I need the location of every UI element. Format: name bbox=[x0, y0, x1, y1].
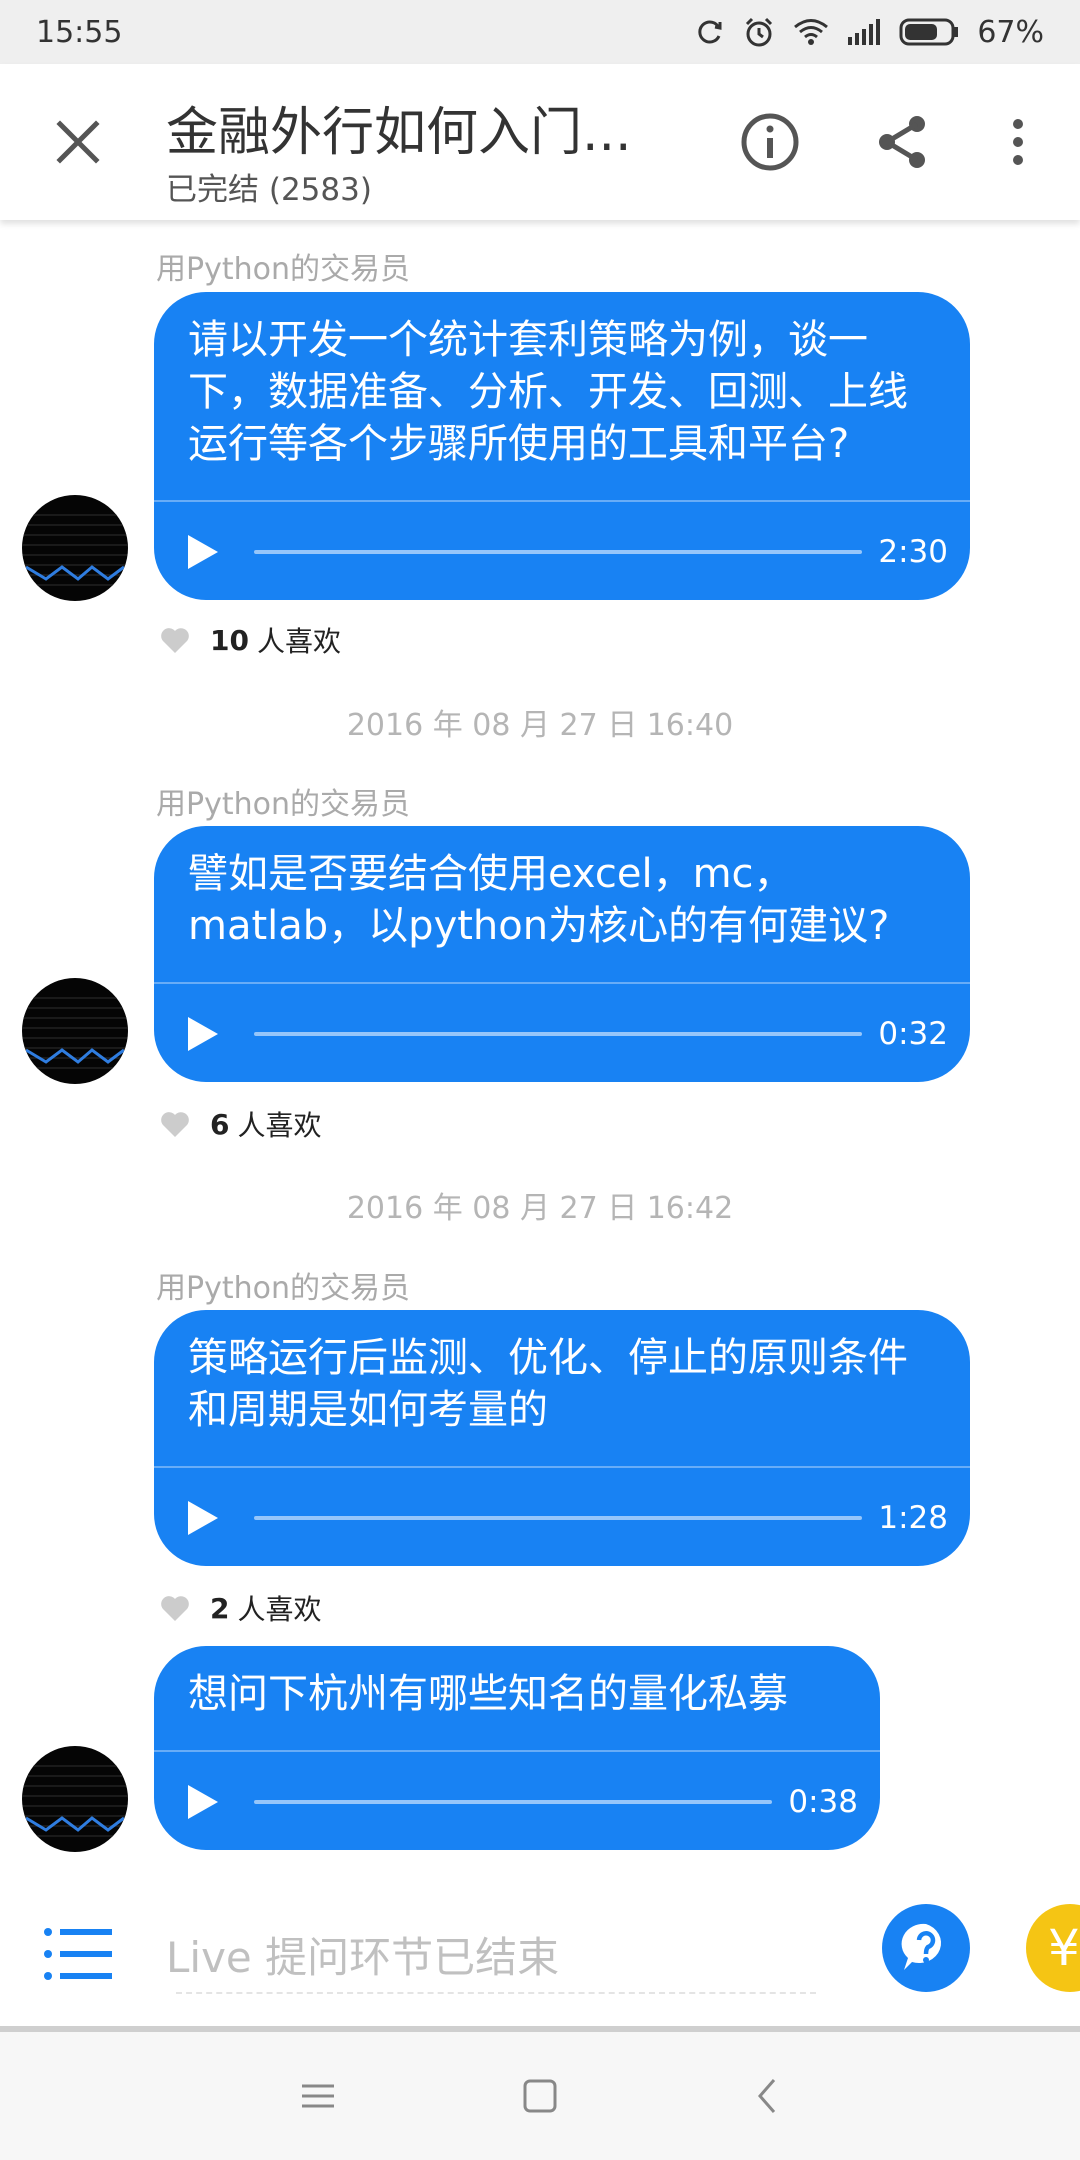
like-count: 6 bbox=[210, 1107, 230, 1141]
back-chevron-icon bbox=[758, 2079, 776, 2113]
close-icon bbox=[56, 120, 100, 164]
question-text: 请以开发一个统计套利策略为例，谈一下，数据准备、分析、开发、回测、上线运行等各个… bbox=[188, 317, 908, 467]
page-subtitle: 已完结 (2583) bbox=[166, 172, 372, 208]
audio-player: 0:32 bbox=[154, 982, 970, 1082]
alarm-icon bbox=[746, 17, 773, 47]
battery-percent: 67% bbox=[977, 14, 1044, 50]
audio-progress-track[interactable] bbox=[254, 1032, 862, 1036]
play-icon[interactable] bbox=[188, 535, 218, 569]
system-nav-bar bbox=[0, 2032, 1080, 2160]
audio-player: 1:28 bbox=[154, 1466, 970, 1566]
like-row[interactable]: 10 人喜欢 bbox=[160, 620, 341, 660]
avatar[interactable] bbox=[22, 495, 128, 601]
avatar-image bbox=[22, 1765, 128, 1837]
audio-duration: 2:30 bbox=[878, 534, 948, 570]
nav-home-button[interactable] bbox=[510, 2066, 570, 2126]
page-title: 金融外行如何入门... bbox=[166, 103, 632, 163]
like-count: 2 bbox=[210, 1591, 230, 1625]
audio-duration: 0:38 bbox=[788, 1784, 858, 1820]
audio-progress-track[interactable] bbox=[254, 1800, 772, 1804]
like-label: 人喜欢 bbox=[237, 1593, 322, 1626]
like-label: 人喜欢 bbox=[256, 625, 341, 658]
play-icon[interactable] bbox=[188, 1017, 218, 1051]
nav-menu-button[interactable] bbox=[288, 2066, 348, 2126]
status-icons: 67% bbox=[695, 15, 1044, 50]
audio-progress-track[interactable] bbox=[254, 1516, 862, 1520]
catalog-button[interactable] bbox=[40, 1916, 116, 1992]
question-bubble[interactable]: 譬如是否要结合使用excel，mc，matlab，以python为核心的有何建议… bbox=[154, 826, 970, 1082]
like-count: 10 bbox=[210, 623, 249, 657]
message-sender: 用Python的交易员 bbox=[156, 787, 410, 822]
status-time: 15:55 bbox=[36, 14, 123, 50]
audio-progress-track[interactable] bbox=[254, 550, 862, 554]
message-sender: 用Python的交易员 bbox=[156, 252, 410, 287]
more-button[interactable] bbox=[982, 106, 1054, 178]
play-icon[interactable] bbox=[188, 1785, 218, 1819]
wifi-icon bbox=[794, 19, 829, 45]
avatar-image bbox=[22, 997, 128, 1069]
question-text: 譬如是否要结合使用excel，mc，matlab，以python为核心的有何建议… bbox=[188, 851, 890, 949]
heart-icon bbox=[161, 628, 189, 653]
close-button[interactable] bbox=[42, 106, 114, 178]
more-vertical-icon bbox=[1013, 119, 1023, 165]
battery-icon bbox=[899, 18, 959, 46]
pay-button[interactable]: ¥ bbox=[1026, 1904, 1080, 1992]
question-bubble[interactable]: 想问下杭州有哪些知名的量化私募 0:38 bbox=[154, 1646, 880, 1850]
audio-player: 2:30 bbox=[154, 500, 970, 600]
audio-duration: 1:28 bbox=[878, 1500, 948, 1536]
message-sender: 用Python的交易员 bbox=[156, 1271, 410, 1306]
question-bubble-icon bbox=[901, 1923, 942, 1970]
question-text: 想问下杭州有哪些知名的量化私募 bbox=[188, 1671, 788, 1717]
share-icon bbox=[879, 116, 925, 168]
menu-icon bbox=[302, 2084, 334, 2108]
like-row[interactable]: 2 人喜欢 bbox=[160, 1588, 322, 1628]
list-icon bbox=[44, 1928, 112, 1980]
question-input[interactable]: Live 提问环节已结束 bbox=[166, 1924, 559, 1985]
avatar[interactable] bbox=[22, 978, 128, 1084]
timestamp: 2016 年 08 月 27 日 16:42 bbox=[346, 1191, 734, 1226]
question-bubble[interactable]: 策略运行后监测、优化、停止的原则条件和周期是如何考量的 1:28 bbox=[154, 1310, 970, 1566]
avatar-image bbox=[22, 514, 128, 586]
timestamp: 2016 年 08 月 27 日 16:40 bbox=[346, 708, 734, 743]
signal-icon bbox=[848, 19, 881, 45]
avatar[interactable] bbox=[22, 1746, 128, 1852]
help-button[interactable] bbox=[882, 1904, 970, 1992]
play-icon[interactable] bbox=[188, 1501, 218, 1535]
audio-duration: 0:32 bbox=[878, 1016, 948, 1052]
heart-icon bbox=[161, 1596, 189, 1621]
sync-icon bbox=[698, 20, 722, 44]
top-app-bar: 金融外行如何入门... 已完结 (2583) bbox=[0, 64, 1080, 220]
info-button[interactable] bbox=[734, 106, 806, 178]
like-label: 人喜欢 bbox=[237, 1109, 322, 1142]
input-underline bbox=[176, 1992, 816, 1994]
question-bubble[interactable]: 请以开发一个统计套利策略为例，谈一下，数据准备、分析、开发、回测、上线运行等各个… bbox=[154, 292, 970, 600]
share-button[interactable] bbox=[866, 106, 938, 178]
like-row[interactable]: 6 人喜欢 bbox=[160, 1104, 322, 1144]
audio-player: 0:38 bbox=[154, 1750, 880, 1850]
home-square-icon bbox=[523, 2079, 557, 2113]
info-icon bbox=[741, 113, 799, 171]
question-text: 策略运行后监测、优化、停止的原则条件和周期是如何考量的 bbox=[188, 1335, 908, 1433]
nav-back-button[interactable] bbox=[738, 2066, 798, 2126]
bottom-input-bar: Live 提问环节已结束 ¥ bbox=[0, 1880, 1080, 2030]
status-bar: 15:55 67% bbox=[0, 0, 1080, 64]
heart-icon bbox=[161, 1112, 189, 1137]
